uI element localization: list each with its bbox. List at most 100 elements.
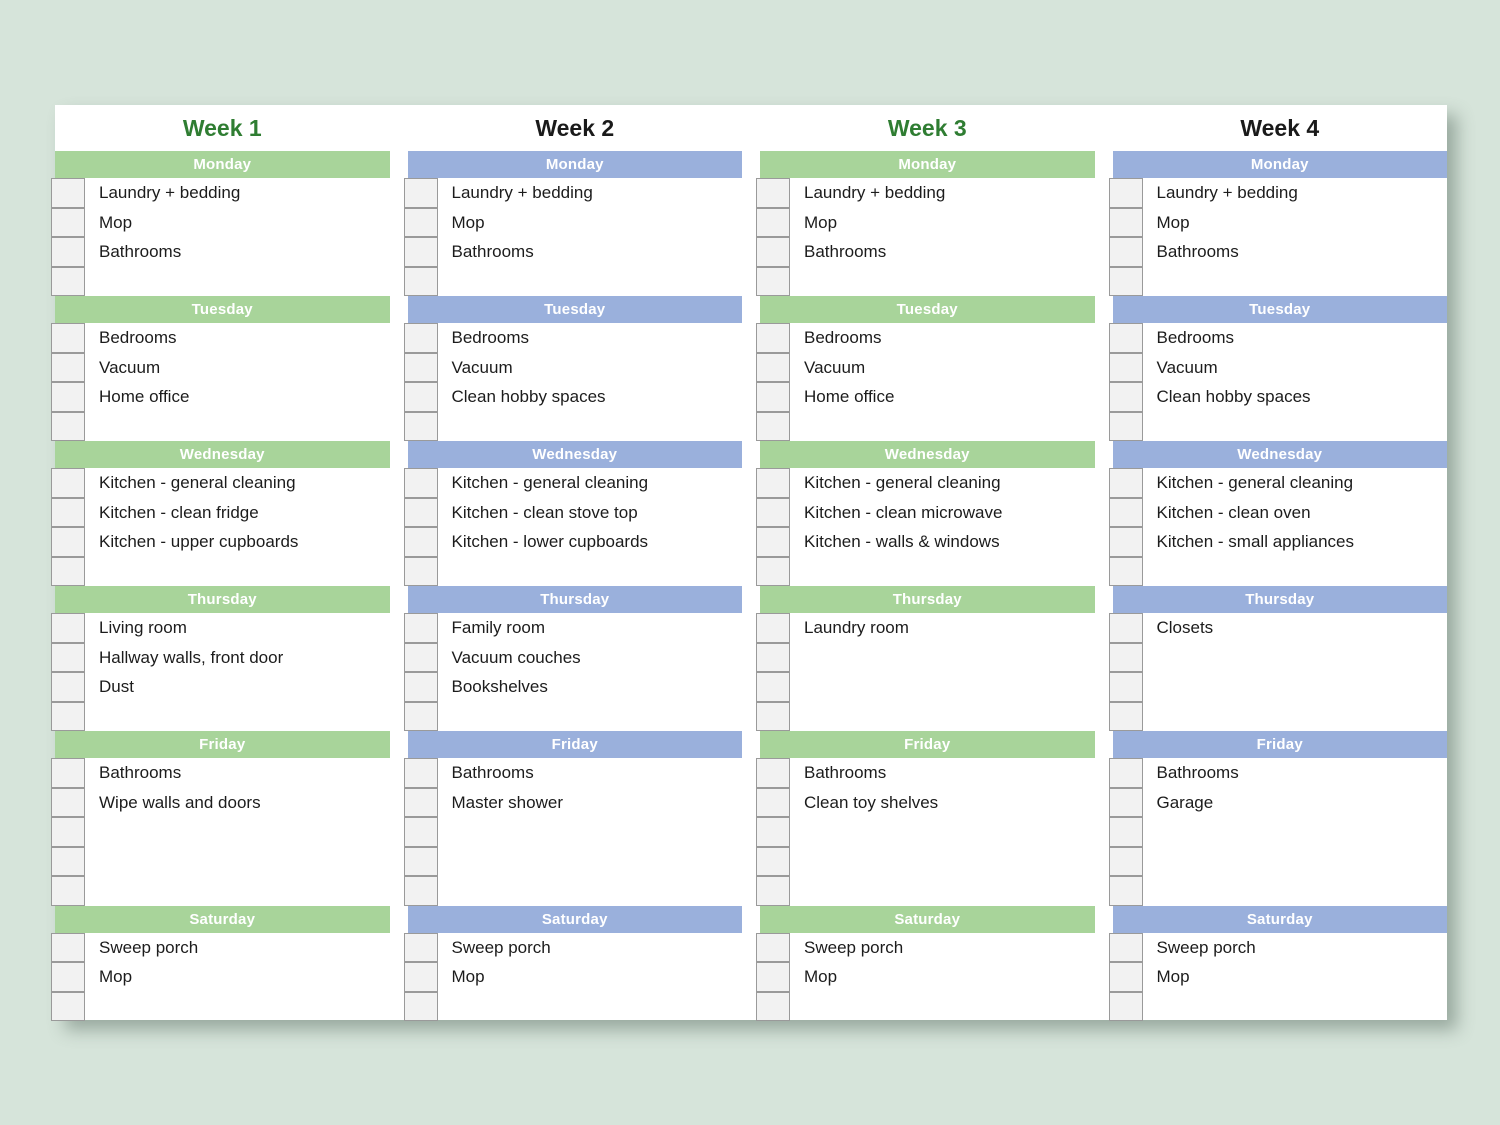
task-row [403,266,743,296]
task-checkbox[interactable] [756,642,790,672]
task-checkbox[interactable] [51,468,85,498]
task-checkbox[interactable] [756,266,790,296]
task-checkbox[interactable] [403,613,438,643]
task-label: Mop [99,967,133,986]
task-checkbox[interactable] [1108,237,1143,267]
task-checkbox[interactable] [756,672,790,702]
task-checkbox[interactable] [1108,556,1143,586]
task-checkbox[interactable] [756,382,790,412]
task-checkbox[interactable] [51,411,85,441]
task-checkbox[interactable] [756,932,790,962]
task-checkbox[interactable] [756,411,790,441]
task-checkbox[interactable] [51,817,85,847]
task-checkbox[interactable] [1108,962,1143,992]
task-checkbox[interactable] [51,497,85,527]
task-checkbox[interactable] [756,556,790,586]
task-checkbox[interactable] [403,237,438,267]
task-checkbox[interactable] [403,672,438,702]
task-checkbox[interactable] [51,527,85,557]
task-checkbox[interactable] [1108,178,1143,208]
task-checkbox[interactable] [1108,758,1143,788]
task-checkbox[interactable] [51,962,85,992]
task-checkbox[interactable] [756,468,790,498]
task-checkbox[interactable] [1108,382,1143,412]
task-checkbox[interactable] [51,556,85,586]
task-checkbox[interactable] [1108,266,1143,296]
task-checkbox[interactable] [403,266,438,296]
task-row: Laundry + bedding [403,178,743,208]
task-checkbox[interactable] [403,382,438,412]
task-checkbox[interactable] [1108,352,1143,382]
task-checkbox[interactable] [51,237,85,267]
task-checkbox[interactable] [1108,642,1143,672]
task-checkbox[interactable] [403,556,438,586]
task-checkbox[interactable] [51,758,85,788]
task-checkbox[interactable] [756,846,790,876]
task-checkbox[interactable] [403,207,438,237]
task-checkbox[interactable] [1108,991,1143,1021]
task-checkbox[interactable] [51,932,85,962]
task-checkbox[interactable] [756,758,790,788]
task-checkbox[interactable] [1108,701,1143,731]
task-checkbox[interactable] [756,701,790,731]
task-checkbox[interactable] [51,266,85,296]
task-row: Vacuum [756,352,1095,382]
task-checkbox[interactable] [403,352,438,382]
task-checkbox[interactable] [1108,411,1143,441]
task-checkbox[interactable] [1108,672,1143,702]
task-checkbox[interactable] [403,787,438,817]
task-checkbox[interactable] [756,817,790,847]
task-checkbox[interactable] [756,991,790,1021]
task-checkbox[interactable] [1108,817,1143,847]
task-checkbox[interactable] [403,876,438,906]
task-checkbox[interactable] [756,207,790,237]
task-checkbox[interactable] [756,237,790,267]
task-checkbox[interactable] [756,178,790,208]
task-checkbox[interactable] [403,411,438,441]
task-checkbox[interactable] [403,846,438,876]
task-checkbox[interactable] [403,497,438,527]
task-checkbox[interactable] [51,991,85,1021]
task-checkbox[interactable] [51,642,85,672]
task-checkbox[interactable] [1108,613,1143,643]
task-checkbox[interactable] [403,817,438,847]
task-checkbox[interactable] [403,323,438,353]
task-checkbox[interactable] [1108,468,1143,498]
task-checkbox[interactable] [403,758,438,788]
task-checkbox[interactable] [403,642,438,672]
task-checkbox[interactable] [756,613,790,643]
task-checkbox[interactable] [756,527,790,557]
task-checkbox[interactable] [1108,846,1143,876]
task-checkbox[interactable] [1108,876,1143,906]
task-checkbox[interactable] [756,323,790,353]
task-checkbox[interactable] [403,932,438,962]
task-checkbox[interactable] [756,352,790,382]
task-checkbox[interactable] [51,701,85,731]
task-checkbox[interactable] [1108,207,1143,237]
task-checkbox[interactable] [756,787,790,817]
task-checkbox[interactable] [1108,932,1143,962]
task-checkbox[interactable] [51,382,85,412]
task-checkbox[interactable] [51,323,85,353]
task-checkbox[interactable] [51,846,85,876]
task-checkbox[interactable] [403,701,438,731]
task-checkbox[interactable] [51,207,85,237]
task-checkbox[interactable] [403,962,438,992]
task-checkbox[interactable] [403,178,438,208]
task-checkbox[interactable] [51,787,85,817]
task-checkbox[interactable] [756,962,790,992]
task-checkbox[interactable] [1108,527,1143,557]
task-checkbox[interactable] [1108,787,1143,817]
task-checkbox[interactable] [51,178,85,208]
task-checkbox[interactable] [51,876,85,906]
task-checkbox[interactable] [51,352,85,382]
task-checkbox[interactable] [403,991,438,1021]
task-checkbox[interactable] [756,876,790,906]
task-checkbox[interactable] [403,468,438,498]
task-checkbox[interactable] [403,527,438,557]
task-checkbox[interactable] [51,672,85,702]
task-checkbox[interactable] [1108,497,1143,527]
task-checkbox[interactable] [1108,323,1143,353]
task-checkbox[interactable] [756,497,790,527]
task-checkbox[interactable] [51,613,85,643]
